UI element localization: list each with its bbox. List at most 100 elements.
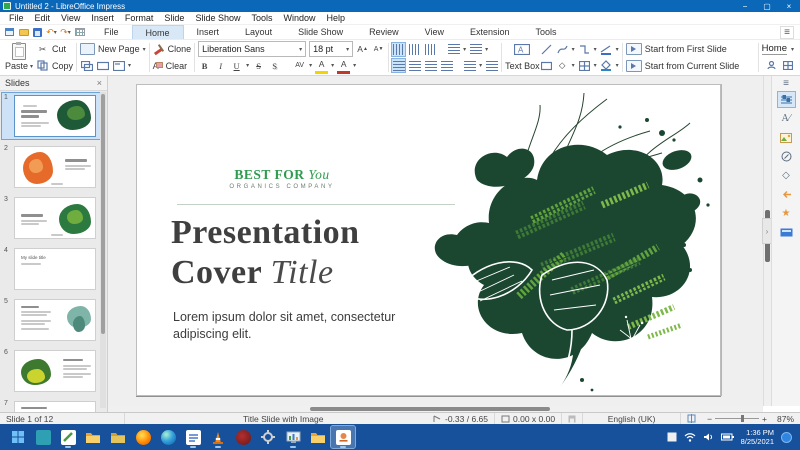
zoom-out-icon[interactable]: −	[707, 414, 712, 424]
highlight-color-button[interactable]: A	[315, 58, 328, 74]
taskbar-task-manager-icon[interactable]	[281, 426, 305, 448]
taskbar-writer-document-icon[interactable]	[181, 426, 205, 448]
redo-icon[interactable]: ↷▾	[60, 27, 71, 38]
center-vertically-button[interactable]	[408, 43, 421, 56]
list-dropdown-icon[interactable]: ▾	[463, 46, 466, 53]
rectangle-shape-icon[interactable]	[540, 59, 553, 72]
taskbar-vlc-icon[interactable]	[206, 426, 230, 448]
insert-line-icon[interactable]	[540, 43, 553, 56]
line-color-dropdown-icon[interactable]: ▾	[616, 46, 619, 53]
curve-dropdown-icon[interactable]: ▾	[572, 46, 575, 53]
print-icon[interactable]	[74, 27, 85, 38]
justify-button[interactable]	[440, 59, 453, 72]
basic-shapes-icon[interactable]: ◇	[556, 59, 569, 72]
align-center-button[interactable]	[408, 59, 421, 72]
taskbar-folder-2-icon[interactable]	[306, 426, 330, 448]
align-left-button[interactable]	[392, 59, 405, 72]
taskbar-clock[interactable]: 1:36 PM 8/25/2021	[741, 428, 774, 447]
underline-button[interactable]: U	[230, 59, 243, 72]
menu-insert[interactable]: Insert	[86, 12, 119, 24]
search-icon[interactable]	[31, 426, 55, 448]
copy-button[interactable]: Copy	[36, 58, 73, 75]
tab-view[interactable]: View	[412, 25, 457, 39]
undo-icon[interactable]: ↶▾	[46, 27, 57, 38]
slide-thumbnail-5[interactable]: 5	[2, 297, 100, 343]
start-from-current-slide-button[interactable]: Start from Current Slide	[626, 58, 740, 75]
clear-formatting-button[interactable]: AClear	[153, 58, 192, 75]
connector-icon[interactable]	[578, 43, 591, 56]
fill-color-icon[interactable]	[600, 59, 613, 72]
curve-icon[interactable]	[556, 43, 569, 56]
font-color-dropdown-icon[interactable]: ▾	[353, 62, 356, 69]
taskbar-file-explorer-icon[interactable]	[81, 426, 105, 448]
slide-thumbnail-6[interactable]: 6	[2, 348, 100, 394]
outline-icon[interactable]	[469, 43, 482, 56]
line-spacing-dropdown-icon[interactable]: ▾	[479, 62, 482, 69]
context-selector-dropdown[interactable]: Home▾	[762, 41, 794, 58]
battery-icon[interactable]	[721, 433, 734, 441]
clone-formatting-button[interactable]: Clone	[153, 41, 192, 58]
master-slides-icon[interactable]	[778, 225, 795, 240]
italic-button[interactable]: I	[214, 59, 227, 72]
taskbar-folder-icon[interactable]	[106, 426, 130, 448]
slide-thumbnail-4[interactable]: 4 My slide title	[2, 246, 100, 292]
taskbar-notes-app-icon[interactable]	[56, 426, 80, 448]
menu-help[interactable]: Help	[322, 12, 351, 24]
menu-edit[interactable]: Edit	[30, 12, 56, 24]
menu-view[interactable]: View	[56, 12, 85, 24]
slide-layout-dropdown-icon[interactable]: ▾	[128, 62, 131, 69]
fit-slide-icon[interactable]	[687, 414, 696, 423]
taskbar-edge-icon[interactable]	[156, 426, 180, 448]
text-box-button[interactable]: Text Box	[505, 58, 540, 75]
slide-page[interactable]: BEST FOR You ORGANICS COMPANY Presentati…	[136, 84, 721, 396]
duplicate-slide-icon[interactable]	[80, 59, 93, 72]
tab-extension[interactable]: Extension	[457, 25, 523, 39]
grow-font-icon[interactable]: A▲	[356, 43, 369, 56]
slide-layout-icon[interactable]	[112, 59, 125, 72]
tab-slide-show[interactable]: Slide Show	[285, 25, 356, 39]
menu-slide[interactable]: Slide	[159, 12, 189, 24]
character-spacing-button[interactable]: AV	[293, 59, 306, 72]
tab-layout[interactable]: Layout	[232, 25, 285, 39]
slide-thumbnail-3[interactable]: 3	[2, 195, 100, 241]
new-page-button[interactable]: New Page▾	[80, 41, 146, 58]
menu-file[interactable]: File	[4, 12, 29, 24]
edit-canvas[interactable]: BEST FOR You ORGANICS COMPANY Presentati…	[108, 76, 763, 406]
connector-dropdown-icon[interactable]: ▾	[594, 46, 597, 53]
menu-slide-show[interactable]: Slide Show	[190, 12, 245, 24]
zoom-percent[interactable]: 87%	[770, 414, 794, 424]
properties-icon[interactable]	[778, 92, 795, 107]
shadow-button[interactable]: S	[268, 59, 281, 72]
grid-view-icon[interactable]	[781, 59, 794, 72]
taskbar-firefox-icon[interactable]	[131, 426, 155, 448]
taskbar-media-app-icon[interactable]	[231, 426, 255, 448]
save-icon[interactable]	[32, 27, 43, 38]
shapes-icon[interactable]: ◇	[778, 168, 795, 183]
basic-shapes-dropdown-icon[interactable]: ▾	[572, 62, 575, 69]
character-styles-icon[interactable]: A⁄	[778, 111, 795, 126]
bold-button[interactable]: B	[198, 59, 211, 72]
line-color-icon[interactable]	[600, 43, 613, 56]
close-button[interactable]: ×	[778, 0, 800, 12]
slide-transition-icon[interactable]	[778, 187, 795, 202]
new-document-icon[interactable]	[4, 27, 15, 38]
font-name-combobox[interactable]: Liberation Sans▾	[198, 41, 306, 57]
menubar-hamburger-icon[interactable]: ≡	[780, 26, 794, 39]
sidebar-settings-icon[interactable]: ≡	[778, 78, 795, 88]
maximize-button[interactable]: ▢	[756, 0, 778, 12]
tray-app-icon[interactable]	[667, 432, 677, 442]
outline-dropdown-icon[interactable]: ▾	[485, 46, 488, 53]
slides-panel-close-icon[interactable]: ×	[97, 78, 102, 88]
start-from-first-slide-button[interactable]: Start from First Slide	[626, 41, 740, 58]
gallery-icon[interactable]	[778, 130, 795, 145]
zoom-slider[interactable]	[715, 418, 759, 419]
table-dropdown-icon[interactable]: ▾	[594, 62, 597, 69]
notification-badge[interactable]	[781, 432, 792, 443]
wifi-icon[interactable]	[684, 432, 696, 442]
taskbar-settings-icon[interactable]	[256, 426, 280, 448]
character-spacing-dropdown-icon[interactable]: ▾	[309, 62, 312, 69]
minimize-button[interactable]: −	[734, 0, 756, 12]
highlight-dropdown-icon[interactable]: ▾	[331, 62, 334, 69]
menu-tools[interactable]: Tools	[246, 12, 277, 24]
font-color-button[interactable]: A	[337, 58, 350, 74]
